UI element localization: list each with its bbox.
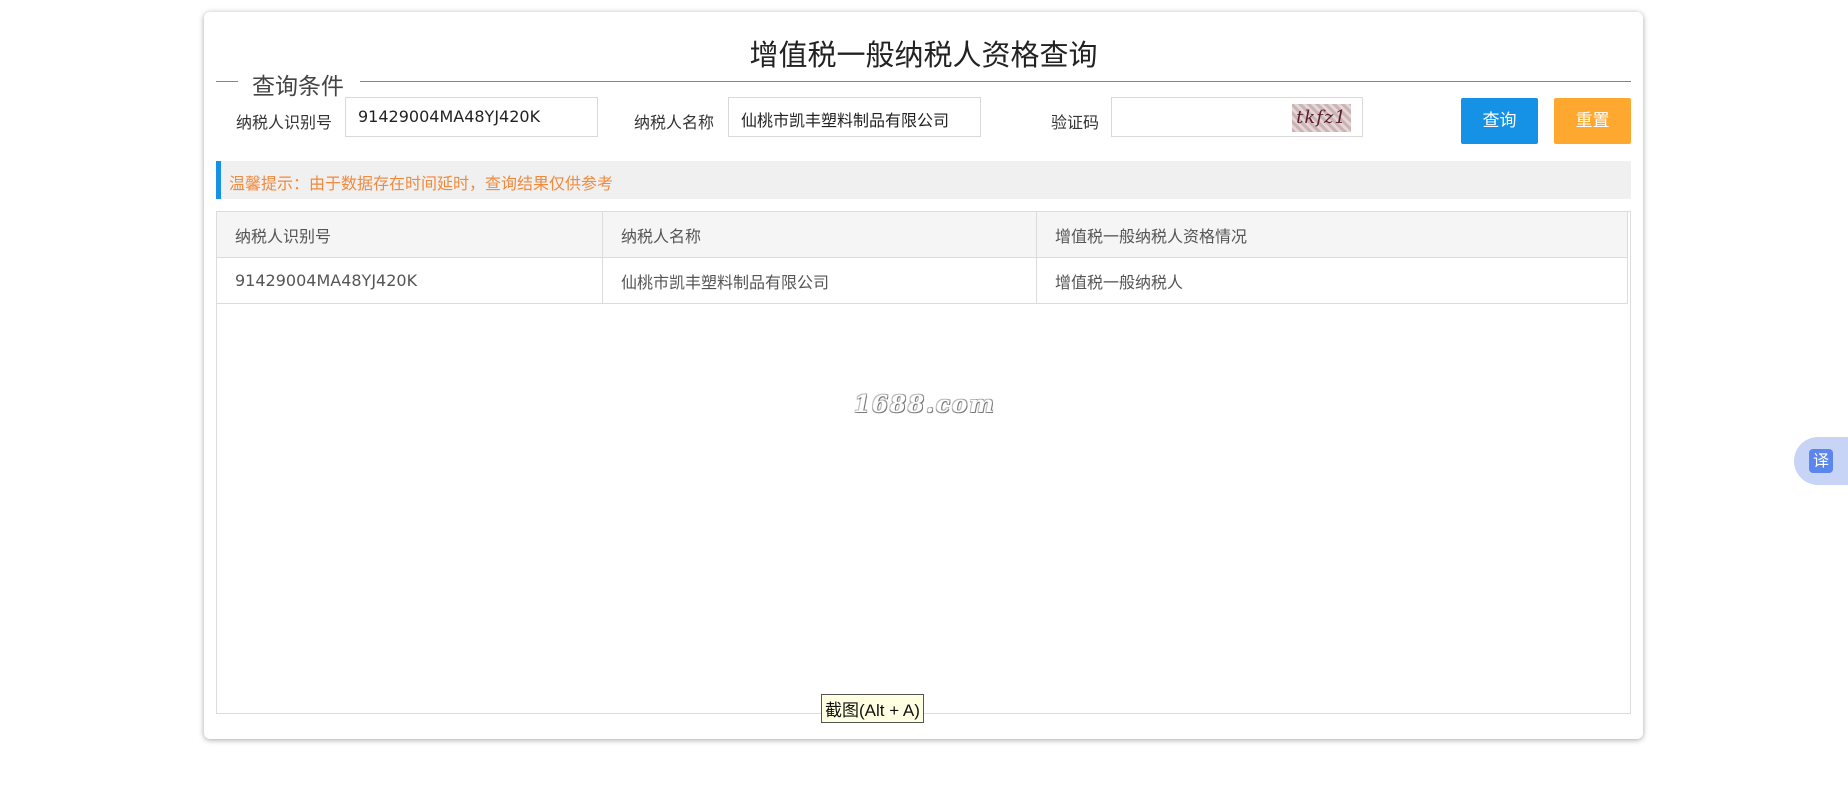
column-header-taxpayer-id[interactable]: 纳税人识别号 bbox=[217, 212, 603, 258]
translate-icon: 译 bbox=[1809, 449, 1833, 473]
table-row[interactable]: 91429004MA48YJ420K 仙桃市凯丰塑料制品有限公司 增值税一般纳税… bbox=[217, 257, 1628, 304]
legend-divider-right bbox=[360, 81, 1631, 82]
query-button[interactable]: 查询 bbox=[1461, 98, 1538, 144]
captcha-image[interactable]: tkfz1 bbox=[1292, 104, 1351, 132]
column-header-taxpayer-name[interactable]: 纳税人名称 bbox=[602, 212, 1037, 258]
screenshot-tooltip: 截图(Alt + A) bbox=[821, 694, 924, 723]
taxpayer-name-label: 纳税人名称 bbox=[634, 113, 715, 132]
query-conditions-legend: 查询条件 bbox=[252, 74, 344, 100]
translate-button[interactable]: 译 bbox=[1794, 437, 1848, 485]
cell-qualification: 增值税一般纳税人 bbox=[1036, 257, 1628, 304]
tip-banner: 温馨提示：由于数据存在时间延时，查询结果仅供参考 bbox=[216, 161, 1631, 199]
query-panel: 增值税一般纳税人资格查询 查询条件 纳税人识别号 91429004MA48YJ4… bbox=[204, 12, 1643, 739]
watermark-1688: 1688.com bbox=[854, 391, 996, 418]
results-grid: 纳税人识别号 纳税人名称 增值税一般纳税人资格情况 91429004MA48YJ… bbox=[216, 211, 1631, 714]
cell-taxpayer-id: 91429004MA48YJ420K bbox=[217, 257, 603, 304]
results-table: 纳税人识别号 纳税人名称 增值税一般纳税人资格情况 91429004MA48YJ… bbox=[217, 212, 1628, 304]
captcha-label: 验证码 bbox=[1051, 113, 1100, 132]
taxpayer-id-input[interactable]: 91429004MA48YJ420K bbox=[345, 97, 598, 137]
legend-divider-left bbox=[216, 81, 238, 82]
taxpayer-name-input[interactable]: 仙桃市凯丰塑料制品有限公司 bbox=[728, 97, 981, 137]
column-header-qualification[interactable]: 增值税一般纳税人资格情况 bbox=[1036, 212, 1628, 258]
reset-button[interactable]: 重置 bbox=[1554, 98, 1631, 144]
tip-text: 温馨提示：由于数据存在时间延时，查询结果仅供参考 bbox=[229, 174, 614, 193]
page-title: 增值税一般纳税人资格查询 bbox=[749, 38, 1098, 72]
taxpayer-id-label: 纳税人识别号 bbox=[236, 113, 333, 132]
cell-taxpayer-name: 仙桃市凯丰塑料制品有限公司 bbox=[602, 257, 1037, 304]
table-header-row: 纳税人识别号 纳税人名称 增值税一般纳税人资格情况 bbox=[217, 212, 1628, 258]
